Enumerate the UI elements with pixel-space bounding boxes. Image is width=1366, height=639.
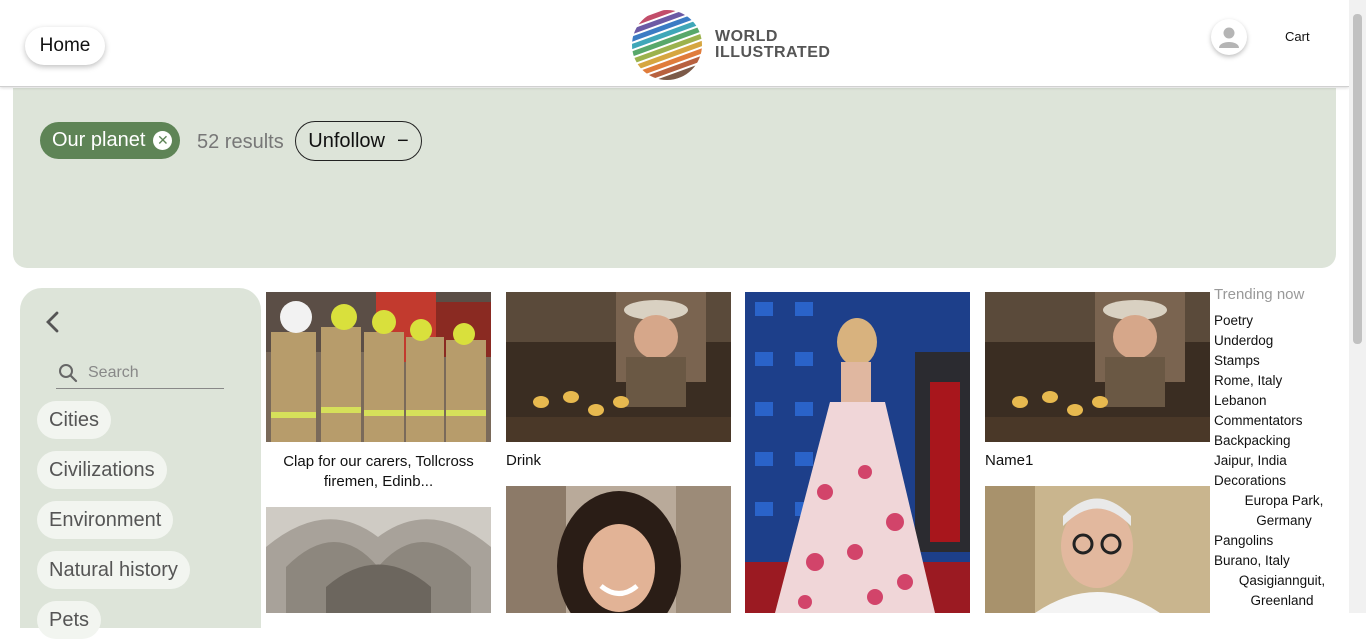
bartender-photo-2: [985, 292, 1210, 442]
active-tag-chip[interactable]: Our planet ✕: [40, 122, 181, 159]
scrollbar-thumb[interactable]: [1353, 14, 1362, 344]
card-image-arches[interactable]: [266, 507, 491, 613]
trending-item[interactable]: Underdog: [1214, 331, 1273, 351]
home-button[interactable]: Home: [25, 27, 105, 65]
filter-banner: [13, 88, 1336, 268]
trending-item[interactable]: Poetry: [1214, 311, 1253, 331]
trending-item[interactable]: Commentators: [1214, 411, 1303, 431]
card-image-gown[interactable]: [745, 292, 970, 613]
card-caption-firefighters[interactable]: Clap for our carers, Tollcross firemen, …: [266, 452, 491, 492]
trending-item[interactable]: Decorations: [1214, 471, 1286, 491]
trending-item[interactable]: Backpacking: [1214, 431, 1291, 451]
globe-logo-icon: [632, 10, 702, 80]
tag-label: Our planet: [52, 129, 146, 151]
category-environment[interactable]: Environment: [37, 501, 174, 539]
trending-item[interactable]: Europa Park, Germany: [1232, 491, 1336, 531]
page-scrollbar[interactable]: [1349, 0, 1366, 613]
woman-portrait-photo: [506, 486, 731, 613]
cart-link[interactable]: Cart: [1285, 29, 1310, 44]
firefighters-photo: [266, 292, 491, 442]
category-civilizations[interactable]: Civilizations: [37, 451, 167, 489]
user-icon: [1219, 27, 1239, 48]
card-image-chef[interactable]: [985, 486, 1210, 613]
logo-line-2: ILLUSTRATED: [715, 44, 831, 61]
category-cities[interactable]: Cities: [37, 401, 112, 439]
card-caption-name1[interactable]: Name1: [985, 452, 1033, 469]
trending-item[interactable]: Qasigiannguit, Greenland: [1228, 571, 1336, 611]
trending-item[interactable]: Jaipur, India: [1214, 451, 1287, 471]
search-icon: [59, 364, 78, 383]
trending-item[interactable]: Lebanon: [1214, 391, 1267, 411]
top-header: Home WORLD ILLUSTRATED Cart: [0, 0, 1349, 87]
site-logo[interactable]: WORLD ILLUSTRATED: [631, 9, 830, 81]
card-image-name1[interactable]: [985, 292, 1210, 442]
chef-portrait-photo: [985, 486, 1210, 613]
logo-text: WORLD ILLUSTRATED: [715, 29, 830, 61]
unfollow-label: Unfollow: [308, 129, 385, 152]
category-natural-history[interactable]: Natural history: [37, 551, 190, 589]
remove-tag-icon[interactable]: ✕: [153, 131, 173, 150]
category-pets[interactable]: Pets: [37, 601, 102, 639]
chevron-left-icon[interactable]: [44, 311, 60, 333]
trending-title: Trending now: [1214, 286, 1305, 303]
arches-photo: [266, 507, 491, 613]
search-input[interactable]: [88, 364, 218, 382]
trending-item[interactable]: Rome, Italy: [1214, 371, 1282, 391]
bartender-photo: [506, 292, 731, 442]
unfollow-button[interactable]: Unfollow −: [295, 121, 422, 161]
card-image-firefighters[interactable]: [266, 292, 491, 442]
logo-line-1: WORLD: [715, 28, 778, 45]
user-avatar-button[interactable]: [1211, 19, 1247, 55]
sidebar-search[interactable]: [56, 358, 224, 389]
minus-icon: −: [397, 129, 409, 152]
trending-item[interactable]: Stamps: [1214, 351, 1260, 371]
card-caption-drink[interactable]: Drink: [506, 452, 541, 469]
card-image-drink[interactable]: [506, 292, 731, 442]
trending-item[interactable]: Pangolins: [1214, 531, 1273, 551]
trending-item[interactable]: Burano, Italy: [1214, 551, 1290, 571]
results-count: 52 results: [197, 131, 284, 153]
card-image-woman-portrait[interactable]: [506, 486, 731, 613]
red-carpet-photo: [745, 292, 970, 613]
